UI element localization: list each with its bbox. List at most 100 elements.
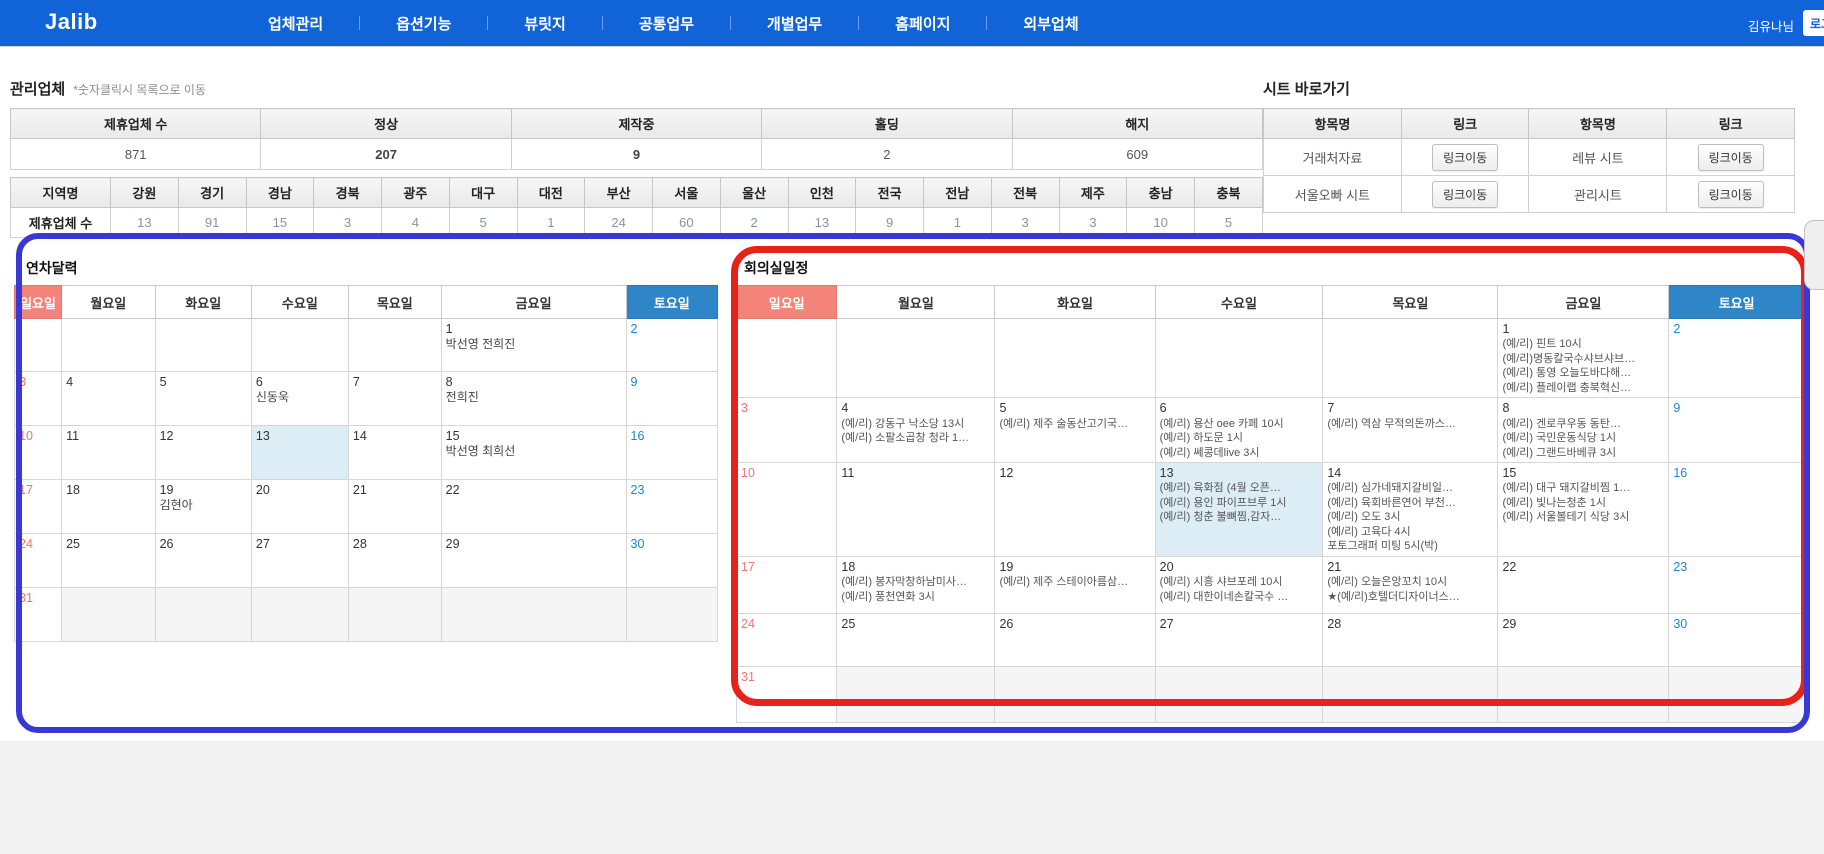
calendar-day-cell[interactable]: 28 <box>348 534 441 588</box>
link-go-button[interactable]: 링크이동 <box>1432 144 1498 171</box>
calendar-day-cell[interactable]: 17 <box>15 480 62 534</box>
calendar-day-cell[interactable]: 31 <box>15 588 62 642</box>
calendar-day-cell[interactable]: 17 <box>737 556 837 613</box>
calendar-day-cell[interactable]: 22 <box>441 480 626 534</box>
calendar-day-cell[interactable]: 30 <box>626 534 717 588</box>
region-count[interactable]: 3 <box>1059 208 1127 238</box>
calendar-day-cell[interactable]: 13(예/리) 육화점 (4월 오픈…(예/리) 용인 파이프브루 1시(예/리… <box>1155 463 1323 557</box>
region-count[interactable]: 3 <box>314 208 382 238</box>
calendar-day-cell[interactable]: 22 <box>1498 556 1669 613</box>
nav-menu-item[interactable]: 개별업무 <box>731 13 858 34</box>
calendar-day-cell[interactable]: 21(예/리) 오늘은앙꼬치 10시★(예/리)호텔더디자이너스… <box>1323 556 1498 613</box>
region-count[interactable]: 1 <box>924 208 992 238</box>
calendar-day-cell[interactable]: 21 <box>348 480 441 534</box>
calendar-day-cell[interactable]: 29 <box>441 534 626 588</box>
stats-value-cell[interactable]: 871 <box>11 139 261 170</box>
calendar-day-cell[interactable]: 12 <box>995 463 1155 557</box>
stats-value-cell[interactable]: 207 <box>261 139 511 170</box>
nav-menu-item[interactable]: 공통업무 <box>603 13 730 34</box>
calendar-day-cell[interactable]: 14 <box>348 426 441 480</box>
calendar-day-cell[interactable]: 30 <box>1669 613 1805 666</box>
link-go-button[interactable]: 링크이동 <box>1698 144 1764 171</box>
sheet-shortcut-table: 항목명링크항목명링크 거래처자료링크이동레뷰 시트링크이동서울오빠 시트링크이동… <box>1263 108 1795 213</box>
region-count[interactable]: 4 <box>382 208 450 238</box>
calendar-day-cell[interactable]: 1박선영 전희진 <box>441 319 626 372</box>
calendar-day-cell[interactable]: 16 <box>626 426 717 480</box>
region-count[interactable]: 5 <box>449 208 517 238</box>
calendar-day-cell[interactable]: 5(예/리) 제주 술동산고기국… <box>995 398 1155 463</box>
link-go-button[interactable]: 링크이동 <box>1432 181 1498 208</box>
region-count[interactable]: 60 <box>653 208 721 238</box>
calendar-day-cell[interactable]: 3 <box>737 398 837 463</box>
calendar-day-cell[interactable]: 29 <box>1498 613 1669 666</box>
calendar-day-cell[interactable]: 24 <box>15 534 62 588</box>
region-count[interactable]: 3 <box>991 208 1059 238</box>
calendar-day-cell[interactable]: 23 <box>1669 556 1805 613</box>
calendar-day-cell[interactable]: 15(예/리) 대구 돼지갈비찜 1…(예/리) 빛나는청춘 1시(예/리) 서… <box>1498 463 1669 557</box>
calendar-day-cell[interactable]: 7 <box>348 372 441 426</box>
region-count[interactable]: 2 <box>720 208 788 238</box>
calendar-day-cell[interactable]: 28 <box>1323 613 1498 666</box>
calendar-day-cell[interactable]: 27 <box>251 534 348 588</box>
calendar-day-cell[interactable]: 16 <box>1669 463 1805 557</box>
region-count[interactable]: 15 <box>246 208 314 238</box>
calendar-day-cell[interactable]: 1(예/리) 핀트 10시(예/리)명동칼국수샤브샤브…(예/리) 통영 오늘도… <box>1498 319 1669 398</box>
calendar-day-cell[interactable]: 6(예/리) 용산 oee 카페 10시(예/리) 하도문 1시(예/리) 쎄콩… <box>1155 398 1323 463</box>
calendar-day-cell[interactable]: 2 <box>1669 319 1805 398</box>
region-count[interactable]: 10 <box>1127 208 1195 238</box>
region-count[interactable]: 13 <box>788 208 856 238</box>
calendar-day-cell[interactable]: 20(예/리) 시흥 샤브포레 10시(예/리) 대한이네손칼국수 … <box>1155 556 1323 613</box>
calendar-day-cell[interactable]: 3 <box>15 372 62 426</box>
calendar-day-cell[interactable]: 2 <box>626 319 717 372</box>
stats-value-cell[interactable]: 609 <box>1012 139 1262 170</box>
calendar-day-cell[interactable]: 11 <box>837 463 995 557</box>
calendar-day-cell[interactable]: 5 <box>155 372 251 426</box>
calendar-day-cell[interactable]: 19김현아 <box>155 480 251 534</box>
calendar-day-cell[interactable]: 18(예/리) 봉자막창하남미사…(예/리) 풍천연화 3시 <box>837 556 995 613</box>
region-count[interactable]: 91 <box>178 208 246 238</box>
link-go-button[interactable]: 링크이동 <box>1698 181 1764 208</box>
calendar-day-cell[interactable]: 7(예/리) 역삼 무적의돈까스… <box>1323 398 1498 463</box>
calendar-day-cell[interactable]: 14(예/리) 심가네돼지갈비일…(예/리) 육회바른연어 부천…(예/리) 오… <box>1323 463 1498 557</box>
calendar-day-cell[interactable]: 25 <box>62 534 155 588</box>
calendar-day-cell[interactable]: 31 <box>737 666 837 722</box>
calendar-day-cell[interactable]: 18 <box>62 480 155 534</box>
calendar-day-cell[interactable]: 15박선영 최희선 <box>441 426 626 480</box>
calendar-day-cell[interactable]: 23 <box>626 480 717 534</box>
calendar-day-cell[interactable]: 11 <box>62 426 155 480</box>
calendar-day-cell[interactable]: 9 <box>1669 398 1805 463</box>
logout-button[interactable]: 로그아웃 <box>1803 10 1824 36</box>
calendar-day-cell[interactable]: 8전희진 <box>441 372 626 426</box>
region-count[interactable]: 24 <box>585 208 653 238</box>
calendar-day-cell[interactable]: 26 <box>155 534 251 588</box>
calendar-day-cell[interactable]: 10 <box>737 463 837 557</box>
calendar-day-cell[interactable]: 20 <box>251 480 348 534</box>
calendar-day-cell[interactable]: 4 <box>62 372 155 426</box>
nav-menu-item[interactable]: 외부업체 <box>987 13 1114 34</box>
stats-value-cell[interactable]: 9 <box>511 139 761 170</box>
calendar-day-cell[interactable]: 8(예/리) 겐로쿠우동 동탄…(예/리) 국민운동식당 1시(예/리) 그랜드… <box>1498 398 1669 463</box>
calendar-day-cell[interactable]: 4(예/리) 강동구 낙소당 13시(예/리) 소팔소곱창 청라 1… <box>837 398 995 463</box>
calendar-day-cell[interactable]: 26 <box>995 613 1155 666</box>
region-count[interactable]: 5 <box>1195 208 1263 238</box>
region-count[interactable]: 13 <box>111 208 179 238</box>
nav-menu-item[interactable]: 홈페이지 <box>859 13 986 34</box>
stats-value-cell[interactable]: 2 <box>762 139 1012 170</box>
region-count[interactable]: 9 <box>856 208 924 238</box>
nav-menu-item[interactable]: 뷰릿지 <box>488 13 601 34</box>
calendar-day-cell[interactable]: 24 <box>737 613 837 666</box>
calendar-day-cell[interactable]: 6신동욱 <box>251 372 348 426</box>
calendar-day-cell[interactable]: 9 <box>626 372 717 426</box>
calendar-day-cell[interactable]: 10 <box>15 426 62 480</box>
calendar-day-cell[interactable]: 25 <box>837 613 995 666</box>
calendar-day-cell[interactable]: 13 <box>251 426 348 480</box>
scrollbar-thumb[interactable] <box>1804 220 1824 290</box>
calendar-day-cell[interactable]: 19(예/리) 제주 스테이아름삼… <box>995 556 1155 613</box>
calendar-day-cell[interactable]: 27 <box>1155 613 1323 666</box>
nav-menu-item[interactable]: 옵션기능 <box>360 13 487 34</box>
region-count[interactable]: 1 <box>517 208 585 238</box>
day-number: 29 <box>1502 616 1664 632</box>
nav-menu-item[interactable]: 업체관리 <box>232 13 359 34</box>
calendar-day-cell[interactable]: 12 <box>155 426 251 480</box>
app-logo[interactable]: Jalib <box>45 9 98 35</box>
